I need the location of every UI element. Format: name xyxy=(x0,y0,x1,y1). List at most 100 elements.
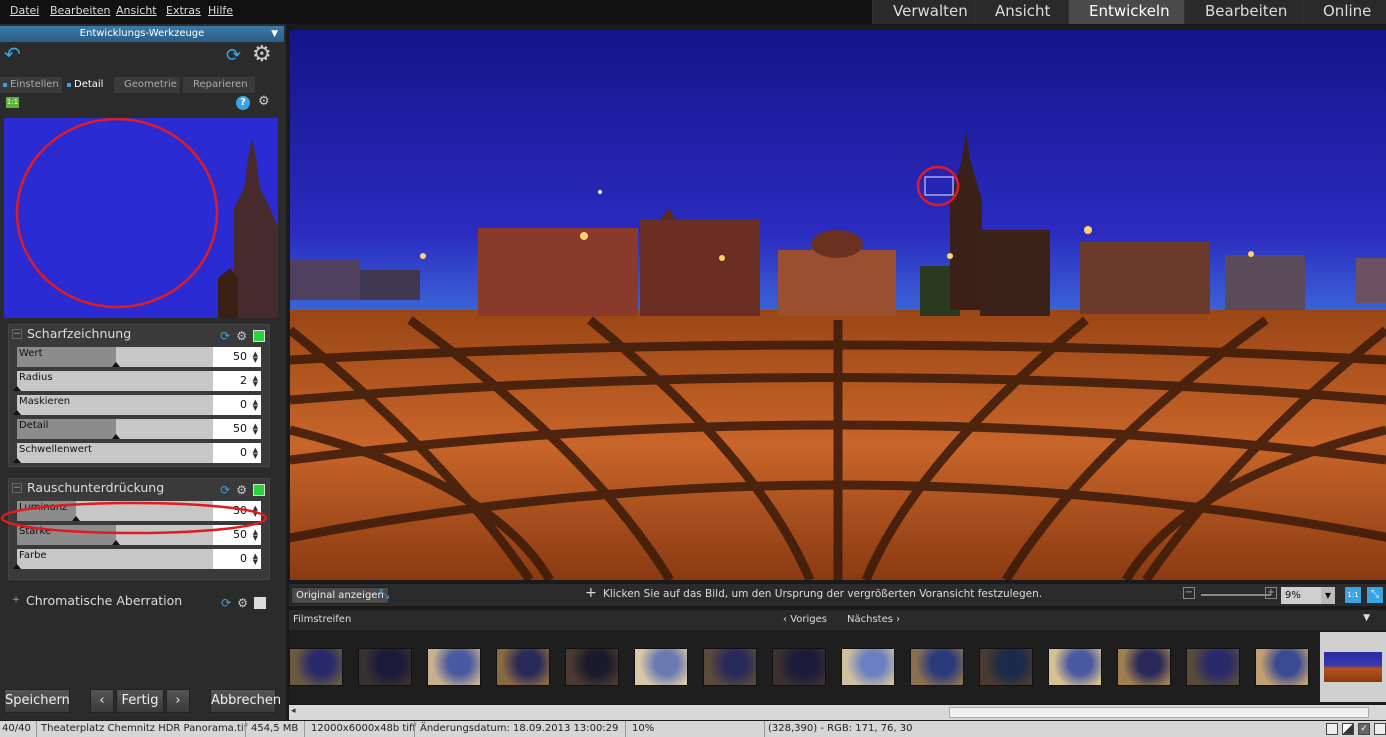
spinner-icon[interactable]: ▲ ▼ xyxy=(253,375,258,388)
zoom-slider[interactable] xyxy=(1201,594,1271,596)
slider-detail[interactable]: Detail 50 ▲ ▼ xyxy=(17,419,261,439)
slider-handle[interactable] xyxy=(112,540,120,545)
tab-reparieren[interactable]: Reparieren xyxy=(183,77,255,93)
enable-checkbox[interactable] xyxy=(253,330,265,342)
menu-hilfe[interactable]: Hilfe xyxy=(208,4,233,17)
filmstrip-thumbnail[interactable] xyxy=(1186,648,1240,686)
undo-icon[interactable]: ↶ xyxy=(4,44,26,66)
spinner-icon[interactable]: ▲ ▼ xyxy=(253,351,258,364)
mode-tab-online[interactable]: Online xyxy=(1302,0,1386,24)
menu-bearbeiten[interactable]: Bearbeiten xyxy=(50,4,110,17)
mode-tab-ansicht[interactable]: Ansicht xyxy=(974,0,1068,24)
filmstrip-thumbnail[interactable] xyxy=(1255,648,1309,686)
slider-farbe[interactable]: Farbe 0 ▲ ▼ xyxy=(13,549,261,569)
tab-geometrie[interactable]: Geometrie xyxy=(114,77,180,93)
menu-datei[interactable]: Datei xyxy=(10,4,39,17)
filmstrip-thumbnail[interactable] xyxy=(358,648,412,686)
chroma-header[interactable]: + Chromatische Aberration ⟳ ⚙ xyxy=(8,592,270,610)
filmstrip-thumbnail[interactable] xyxy=(496,648,550,686)
slider-maskieren[interactable]: Maskieren 0 ▲ ▼ xyxy=(13,395,261,415)
main-image-view[interactable] xyxy=(290,30,1386,580)
gear-icon[interactable]: ⚙ xyxy=(252,42,272,67)
zoom-select[interactable]: 9% ▼ xyxy=(1281,587,1335,604)
filmstrip-thumbnail[interactable] xyxy=(1117,648,1171,686)
compare-icon[interactable] xyxy=(1342,723,1354,735)
reset-icon[interactable]: ⟳ xyxy=(220,481,230,499)
menu-extras[interactable]: Extras xyxy=(166,4,201,17)
filmstrip-thumbnail[interactable] xyxy=(427,648,481,686)
prev-button[interactable]: ‹ xyxy=(90,689,114,713)
slider-handle[interactable] xyxy=(112,362,120,367)
filmstrip-selected-thumbnail[interactable] xyxy=(1320,632,1386,702)
collapse-arrow-icon[interactable]: ▼ xyxy=(271,26,278,42)
filmstrip-thumbnail[interactable] xyxy=(910,648,964,686)
save-button[interactable]: Speichern xyxy=(4,689,70,713)
section-title: Chromatische Aberration xyxy=(26,593,183,608)
one-to-one-button[interactable]: 1:1 xyxy=(1345,587,1361,603)
mode-tab-bearbeiten[interactable]: Bearbeiten xyxy=(1184,0,1302,24)
filmstrip-thumbnail[interactable] xyxy=(772,648,826,686)
slider-handle[interactable] xyxy=(13,386,21,391)
enable-checkbox[interactable] xyxy=(253,484,265,496)
reset-icon[interactable]: ⟳ xyxy=(220,327,230,345)
menu-ansicht[interactable]: Ansicht xyxy=(116,4,157,17)
sharpen-header[interactable]: − Scharfzeichnung ⟳ ⚙ xyxy=(9,325,269,343)
mode-tab-verwalten[interactable]: Verwalten xyxy=(872,0,974,24)
done-button[interactable]: Fertig xyxy=(116,689,164,713)
slider-label: Schwellenwert xyxy=(19,444,92,455)
spinner-icon[interactable]: ▲ ▼ xyxy=(253,447,258,460)
spinner-icon[interactable]: ▲ ▼ xyxy=(253,423,258,436)
slider-handle[interactable] xyxy=(112,434,120,439)
status-size: 454,5 MB xyxy=(251,723,299,734)
reset-icon[interactable]: ⟳ xyxy=(221,594,231,612)
panel-tabs: Einstellen Detail Geometrie Reparieren xyxy=(0,77,286,93)
gear-icon[interactable]: ⚙ xyxy=(236,327,247,345)
collapse-toggle-icon[interactable]: − xyxy=(12,483,22,493)
gear-icon[interactable]: ⚙ xyxy=(237,594,248,612)
spinner-icon[interactable]: ▲ ▼ xyxy=(253,553,258,566)
tab-einstellen[interactable]: Einstellen xyxy=(0,77,62,93)
slider-wert[interactable]: Wert 50 ▲ ▼ xyxy=(17,347,261,367)
one-to-one-badge[interactable]: 1:1 xyxy=(6,97,19,108)
cancel-button[interactable]: Abbrechen xyxy=(210,689,281,713)
slider-schwellenwert[interactable]: Schwellenwert 0 ▲ ▼ xyxy=(13,443,261,463)
tab-detail[interactable]: Detail xyxy=(64,77,112,93)
scroll-thumb[interactable] xyxy=(949,707,1369,718)
detail-preview[interactable] xyxy=(4,118,278,318)
filmstrip-thumbnail[interactable] xyxy=(1048,648,1102,686)
filmstrip-thumbnail[interactable] xyxy=(841,648,895,686)
zoom-out-icon[interactable]: − xyxy=(1183,587,1195,599)
options-icon[interactable] xyxy=(1374,723,1386,735)
show-original-button[interactable]: Original anzeigen xyxy=(291,587,389,604)
enable-checkbox[interactable] xyxy=(254,597,266,609)
expand-arrows-icon[interactable]: ⤡ xyxy=(379,587,389,602)
slider-radius[interactable]: Radius 2 ▲ ▼ xyxy=(13,371,261,391)
check-icon[interactable]: ✓ xyxy=(1358,723,1370,735)
next-button[interactable]: › xyxy=(166,689,190,713)
filmstrip-thumbnail[interactable] xyxy=(565,648,619,686)
filmstrip-thumbnail[interactable] xyxy=(979,648,1033,686)
filmstrip-thumbnail[interactable] xyxy=(703,648,757,686)
fit-button[interactable]: ⤡ xyxy=(1367,587,1383,603)
next-link[interactable]: Nächstes › xyxy=(847,614,900,625)
slider-handle[interactable] xyxy=(13,564,21,569)
prev-link[interactable]: ‹ Voriges xyxy=(783,614,827,625)
gear-icon[interactable]: ⚙ xyxy=(236,481,247,499)
view-mode-icon[interactable] xyxy=(1326,723,1338,735)
help-icon[interactable]: ? xyxy=(236,96,250,110)
scroll-left-icon[interactable]: ◂ xyxy=(291,706,296,716)
filmstrip-thumbnail[interactable] xyxy=(634,648,688,686)
filmstrip-scrollbar[interactable]: ◂ xyxy=(289,705,1386,720)
refresh-icon[interactable]: ⟳ xyxy=(226,45,241,66)
expand-toggle-icon[interactable]: + xyxy=(11,596,21,606)
gear-icon[interactable]: ⚙ xyxy=(258,94,270,109)
slider-handle[interactable] xyxy=(13,458,21,463)
filmstrip-thumbnail[interactable] xyxy=(289,648,343,686)
mode-tab-entwickeln[interactable]: Entwickeln xyxy=(1068,0,1184,24)
filmstrip-menu-icon[interactable]: ▼ xyxy=(1363,613,1370,623)
slider-handle[interactable] xyxy=(13,410,21,415)
spinner-icon[interactable]: ▲ ▼ xyxy=(253,399,258,412)
noise-header[interactable]: − Rauschunterdrückung ⟳ ⚙ xyxy=(9,479,269,497)
collapse-toggle-icon[interactable]: − xyxy=(12,329,22,339)
zoom-in-icon[interactable]: + xyxy=(1265,587,1277,599)
